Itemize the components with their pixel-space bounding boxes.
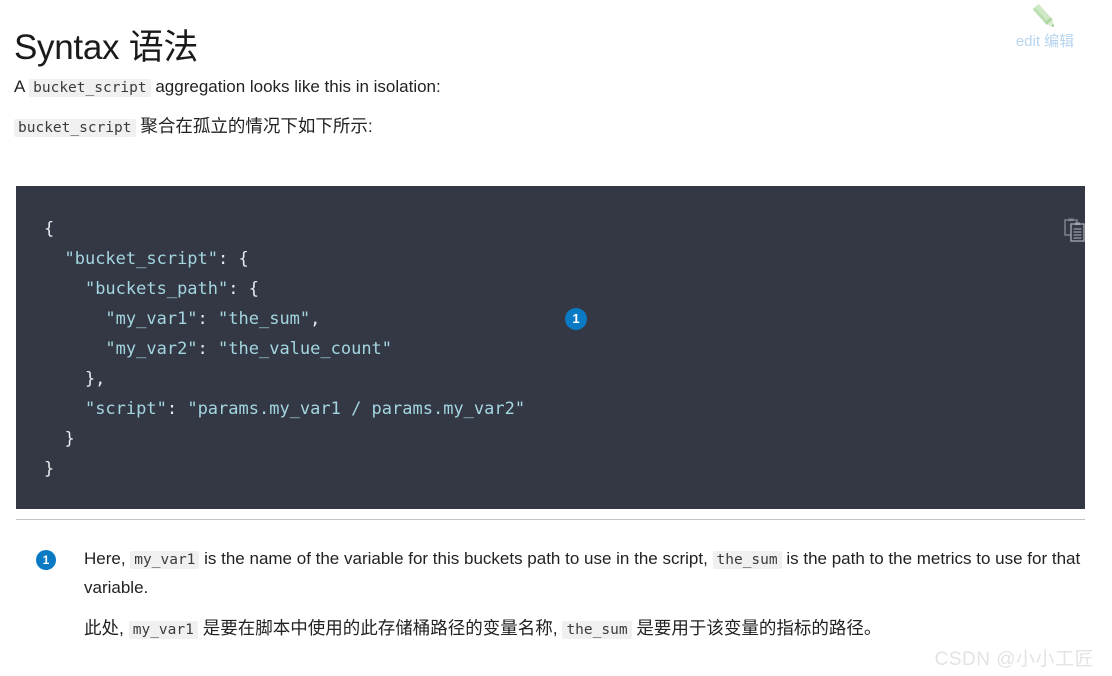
code-token: {: [44, 219, 55, 239]
code-token: : {: [228, 279, 259, 299]
intro-en-after: aggregation looks like this in isolation…: [150, 77, 441, 96]
code-token: "buckets_path": [84, 279, 229, 299]
inline-code-my-var1-zh: my_var1: [128, 621, 198, 639]
code-token: :: [166, 399, 188, 419]
code-block-content[interactable]: { "bucket_script": { "buckets_path": { "…: [16, 186, 1085, 484]
watermark: CSDN @小小工匠: [934, 649, 1094, 670]
code-token: "my_var1": [105, 309, 198, 329]
callout-block: 1 Here, my_var1 is the name of the varia…: [36, 545, 1086, 644]
callout-en-part2: is the name of the variable for this buc…: [199, 549, 713, 568]
code-token: "my_var2": [105, 339, 198, 359]
inline-code-the-sum-zh: the_sum: [562, 621, 632, 639]
intro-paragraph-en: A bucket_script aggregation looks like t…: [14, 74, 441, 101]
intro-en-before: A: [14, 77, 30, 96]
inline-code-bucket-script-zh: bucket_script: [14, 119, 136, 137]
code-token: :: [197, 339, 219, 359]
intro-paragraph-zh: bucket_script 聚合在孤立的情况下如下所示:: [14, 113, 373, 141]
code-callout-marker-1[interactable]: 1: [565, 308, 587, 330]
callout-en-part1: Here,: [84, 549, 131, 568]
code-token: : {: [218, 249, 249, 269]
document-page: Syntax 语法 edit 编辑 A bucket_script aggreg…: [0, 0, 1112, 676]
code-token: "the_value_count": [218, 339, 393, 359]
code-token: "script": [84, 399, 167, 419]
page-title: Syntax 语法: [14, 28, 199, 68]
callout-body: Here, my_var1 is the name of the variabl…: [84, 545, 1084, 644]
code-block: { "bucket_script": { "buckets_path": { "…: [16, 186, 1085, 509]
code-token: "bucket_script": [64, 249, 219, 269]
callout-zh-part2: 是要在脚本中使用的此存储桶路径的变量名称,: [197, 618, 563, 638]
code-token: },: [44, 369, 106, 389]
edit-link-label: edit 编辑: [1015, 33, 1075, 50]
code-token: }: [44, 459, 55, 479]
callout-zh-part3: 是要用于该变量的指标的路径。: [631, 618, 882, 638]
code-token: :: [197, 309, 219, 329]
code-token: "the_sum": [218, 309, 311, 329]
pencil-icon: [1028, 2, 1062, 32]
inline-code-the-sum-en: the_sum: [712, 551, 782, 569]
inline-code-my-var1-en: my_var1: [130, 551, 200, 569]
callout-number-1: 1: [36, 550, 56, 570]
code-token: ,: [310, 309, 321, 329]
code-token: "params.my_var1 / params.my_var2": [187, 399, 526, 419]
callout-zh-part1: 此处,: [84, 618, 129, 638]
callout-text-zh: 此处, my_var1 是要在脚本中使用的此存储桶路径的变量名称, the_su…: [84, 614, 1084, 644]
code-token: }: [44, 429, 75, 449]
section-divider: [16, 519, 1085, 520]
intro-zh-after: 聚合在孤立的情况下如下所示:: [135, 116, 373, 136]
edit-link[interactable]: edit 编辑: [1000, 2, 1090, 51]
inline-code-bucket-script-en: bucket_script: [29, 79, 151, 97]
callout-text-en: Here, my_var1 is the name of the variabl…: [84, 545, 1084, 602]
copy-icon[interactable]: [1064, 218, 1086, 242]
